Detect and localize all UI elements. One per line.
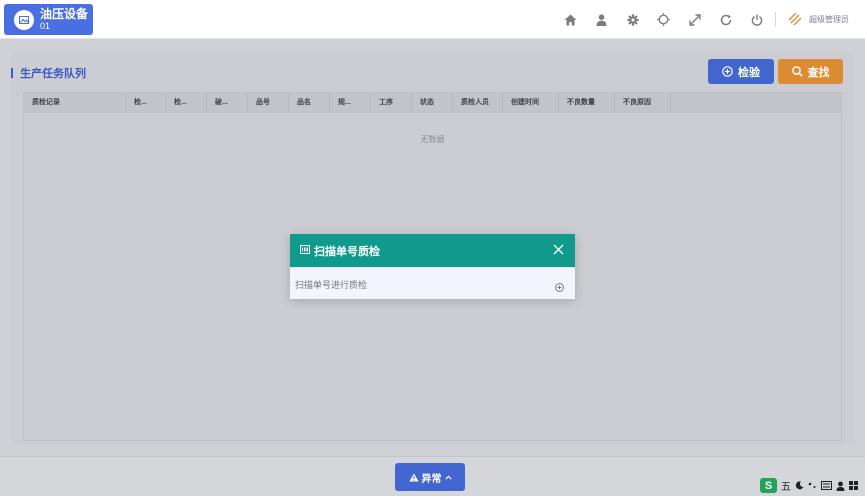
- check-button[interactable]: 检验: [708, 59, 774, 84]
- column-header[interactable]: 检...: [126, 93, 166, 113]
- modal-body: [290, 267, 575, 299]
- modal-title: 扫描单号质检: [314, 245, 380, 258]
- column-header[interactable]: 质检人员: [453, 93, 503, 113]
- column-header[interactable]: 质检记录: [24, 93, 126, 113]
- close-icon[interactable]: [553, 244, 564, 258]
- device-title: 油压设备: [40, 7, 89, 21]
- scan-input[interactable]: [295, 280, 535, 290]
- check-button-label: 检验: [738, 66, 760, 79]
- expand-icon[interactable]: [679, 0, 710, 39]
- ime-toolbar[interactable]: S 五: [760, 477, 858, 494]
- apps-icon: [849, 481, 858, 490]
- moon-icon: [795, 481, 804, 490]
- home-icon[interactable]: [555, 0, 586, 39]
- scan-modal: 扫描单号质检: [290, 234, 575, 299]
- ime-logo-icon: S: [760, 478, 777, 493]
- chevron-up-icon: [444, 474, 452, 480]
- panel-title: 生产任务队列: [11, 65, 86, 81]
- column-header[interactable]: 检...: [166, 93, 207, 113]
- title-accent: [11, 68, 13, 78]
- panel-title-text: 生产任务队列: [20, 68, 86, 80]
- abnormal-button-label: 异常: [421, 473, 442, 485]
- column-header[interactable]: 破...: [207, 93, 248, 113]
- avatar-icon: [788, 12, 802, 27]
- table-header: 质检记录 检... 检... 破... 品号 品名 规... 工序 状态 质检人员 创建时间 不良数量…: [24, 93, 841, 113]
- user-icon[interactable]: [586, 0, 617, 39]
- find-button-label: 查找: [807, 66, 830, 79]
- top-bar: 油压设备 01 超级管理员: [0, 0, 865, 39]
- refresh-icon[interactable]: [710, 0, 741, 39]
- column-header[interactable]: 规...: [330, 93, 371, 113]
- user-name: 超级管理员: [809, 15, 849, 24]
- add-circle-icon[interactable]: [555, 279, 564, 297]
- column-header[interactable]: 不良原因: [615, 93, 671, 113]
- modal-header: 扫描单号质检: [290, 234, 575, 267]
- column-header[interactable]: 创建时间: [503, 93, 559, 113]
- user-menu[interactable]: 超级管理员: [788, 0, 849, 39]
- column-header[interactable]: 状态: [412, 93, 453, 113]
- image-icon: [14, 9, 34, 30]
- brightness-icon[interactable]: [648, 0, 679, 39]
- find-button[interactable]: 查找: [778, 59, 843, 84]
- warning-icon: [408, 473, 419, 481]
- keyboard-icon: [821, 481, 832, 490]
- punctuation-icon: [808, 482, 816, 488]
- column-header[interactable]: 品号: [248, 93, 289, 113]
- empty-text: 无数据: [420, 135, 445, 144]
- divider: [775, 12, 776, 27]
- search-icon: [791, 66, 803, 77]
- column-header[interactable]: 品名: [289, 93, 330, 113]
- ime-mode: 五: [781, 482, 791, 493]
- plus-circle-icon: [722, 66, 733, 77]
- column-header[interactable]: 不良数量: [559, 93, 615, 113]
- device-code: 01: [40, 21, 51, 31]
- power-icon[interactable]: [741, 0, 772, 39]
- device-selector[interactable]: 油压设备 01: [4, 4, 93, 35]
- gear-icon[interactable]: [617, 0, 648, 39]
- barcode-icon: [300, 244, 310, 257]
- account-icon: [836, 481, 845, 491]
- column-header[interactable]: 工序: [371, 93, 412, 113]
- abnormal-button[interactable]: 异常: [395, 463, 465, 491]
